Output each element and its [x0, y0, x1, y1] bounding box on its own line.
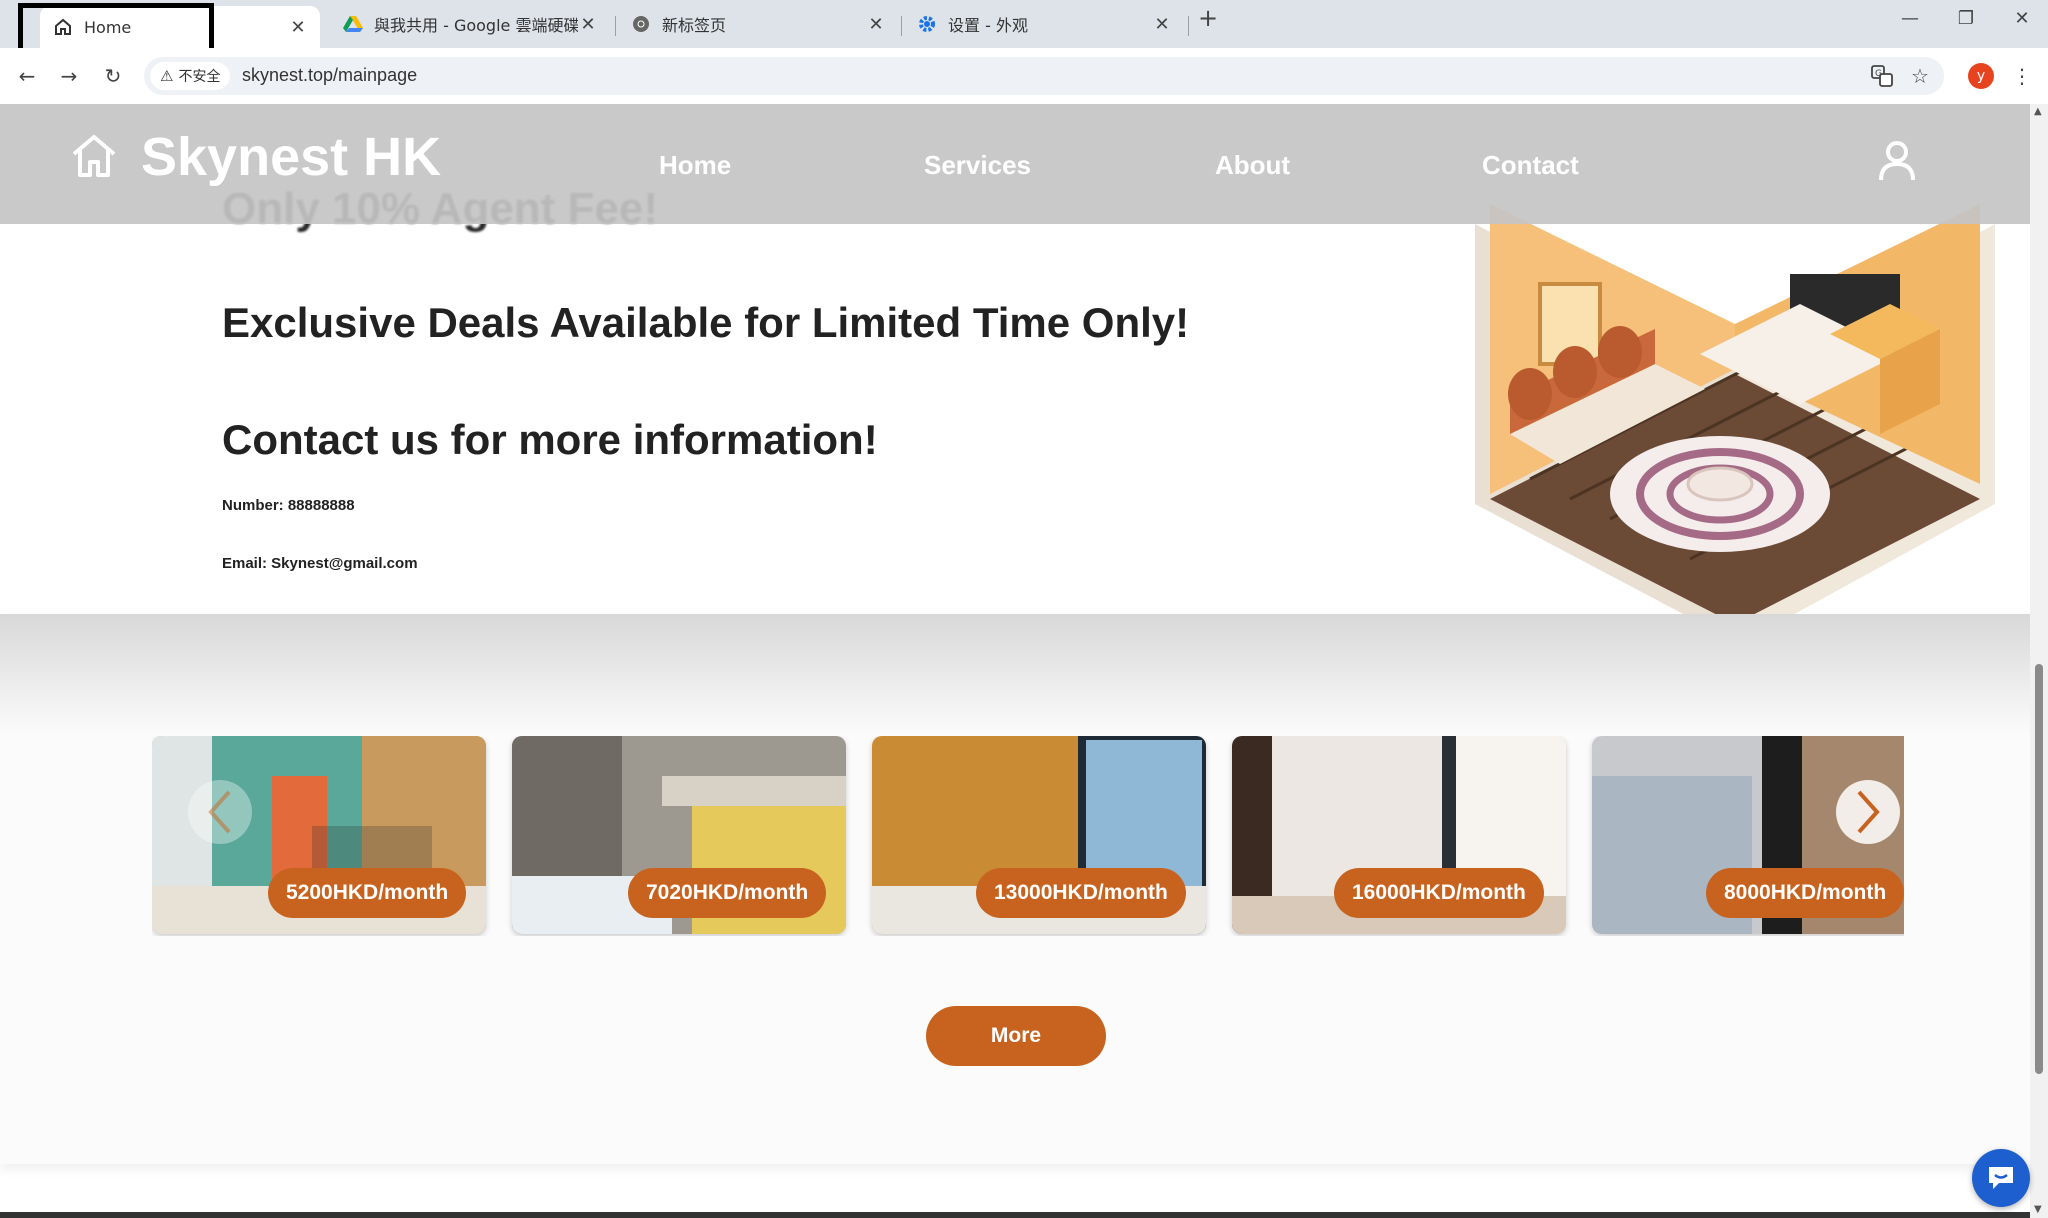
minimize-icon[interactable]: —	[1890, 8, 1930, 29]
web-page: Only 10% Agent Fee! Exclusive Deals Avai…	[0, 104, 2048, 1218]
scrollbar-thumb[interactable]	[2035, 664, 2043, 1074]
nav-home[interactable]: Home	[659, 150, 731, 181]
nav-about[interactable]: About	[1215, 150, 1290, 181]
tab-google-drive[interactable]: 與我共用 - Google 雲端硬碟 ✕	[330, 6, 610, 42]
tab-title: 新标签页	[662, 16, 727, 35]
isometric-room-illustration	[1475, 204, 1995, 644]
back-arrow-icon[interactable]: ←	[12, 61, 42, 91]
footer-edge	[0, 1212, 2048, 1218]
close-icon[interactable]: ✕	[866, 14, 886, 35]
chevron-right-icon	[1857, 790, 1880, 834]
settings-gear-icon	[916, 13, 938, 35]
home-icon	[52, 16, 74, 38]
profile-avatar[interactable]: y	[1968, 63, 1994, 89]
nav-services[interactable]: Services	[924, 150, 1031, 181]
house-logo-icon[interactable]	[70, 132, 118, 184]
scroll-down-arrow-icon[interactable]: ▼	[2034, 1204, 2042, 1215]
new-tab-plus-icon[interactable]: +	[1188, 4, 1228, 32]
bookmark-star-icon[interactable]: ☆	[1904, 60, 1936, 92]
phone-number-text: Number: 88888888	[222, 497, 355, 514]
restore-icon[interactable]: ❐	[1946, 8, 1986, 29]
price-tag: 7020HKD/month	[628, 868, 827, 918]
translate-icon[interactable]: G	[1866, 60, 1898, 92]
chat-bubble-icon	[1989, 1167, 2013, 1189]
tab-title: 與我共用 - Google 雲端硬碟	[374, 16, 578, 35]
tab-home[interactable]: Home ✕	[40, 6, 320, 48]
browser-tab-bar: Home ✕ 與我共用 - Google 雲端硬碟 ✕ 新标签页 ✕ 设置 - …	[0, 0, 2048, 55]
contact-headline: Contact us for more information!	[222, 416, 878, 463]
price-tag: 13000HKD/month	[976, 868, 1186, 918]
carousel-next-button[interactable]	[1836, 780, 1900, 844]
url-text[interactable]: skynest.top/mainpage	[242, 65, 417, 86]
address-bar[interactable]: ⚠ 不安全 skynest.top/mainpage	[144, 57, 1944, 95]
user-account-icon[interactable]	[1878, 140, 1916, 186]
menu-kebab-icon[interactable]: ⋮	[2006, 60, 2038, 92]
security-label: 不安全	[178, 69, 221, 85]
brand-name[interactable]: Skynest HK	[141, 126, 441, 188]
tab-title: 设置 - 外观	[948, 16, 1028, 35]
browser-toolbar: ← → ↻ ⚠ 不安全 skynest.top/mainpage G ☆ y ⋮	[0, 48, 2048, 104]
site-header: Skynest HK Home Services About Contact	[0, 104, 2048, 224]
tab-title: Home	[84, 17, 132, 37]
nav-contact[interactable]: Contact	[1482, 150, 1579, 181]
close-icon[interactable]: ✕	[578, 14, 598, 35]
listing-card[interactable]: 7020HKD/month	[512, 736, 846, 934]
price-tag: 5200HKD/month	[268, 868, 467, 918]
listing-card[interactable]: 13000HKD/month	[872, 736, 1206, 934]
tab-settings[interactable]: 设置 - 外观 ✕	[904, 6, 1184, 42]
price-tag: 16000HKD/month	[1334, 868, 1544, 918]
forward-arrow-icon[interactable]: →	[54, 61, 84, 91]
reload-icon[interactable]: ↻	[98, 61, 128, 91]
warning-icon: ⚠	[160, 67, 174, 85]
listing-carousel[interactable]: 5200HKD/month 7020HKD/month 13000HKD/mon…	[152, 736, 1904, 936]
page-scrollbar[interactable]: ▲ ▼	[2030, 104, 2048, 1218]
email-text: Email: Skynest@gmail.com	[222, 555, 418, 572]
google-drive-icon	[342, 13, 364, 35]
price-tag: 8000HKD/month	[1706, 868, 1904, 918]
tab-new-tab[interactable]: 新标签页 ✕	[618, 6, 898, 42]
chevron-left-icon	[208, 790, 231, 834]
scroll-up-arrow-icon[interactable]: ▲	[2034, 106, 2042, 117]
deals-headline: Exclusive Deals Available for Limited Ti…	[222, 299, 1190, 346]
carousel-prev-button[interactable]	[188, 780, 252, 844]
security-chip[interactable]: ⚠ 不安全	[150, 62, 231, 90]
close-icon[interactable]: ✕	[288, 17, 308, 38]
tab-separator	[901, 16, 902, 36]
tab-separator	[615, 16, 616, 36]
svg-text:G: G	[1875, 69, 1882, 79]
chrome-icon	[630, 13, 652, 35]
close-icon[interactable]: ✕	[1152, 14, 1172, 35]
chat-support-button[interactable]	[1972, 1149, 2030, 1207]
listing-card[interactable]: 16000HKD/month	[1232, 736, 1566, 934]
more-button[interactable]: More	[926, 1006, 1106, 1066]
window-close-icon[interactable]: ✕	[2002, 8, 2042, 29]
